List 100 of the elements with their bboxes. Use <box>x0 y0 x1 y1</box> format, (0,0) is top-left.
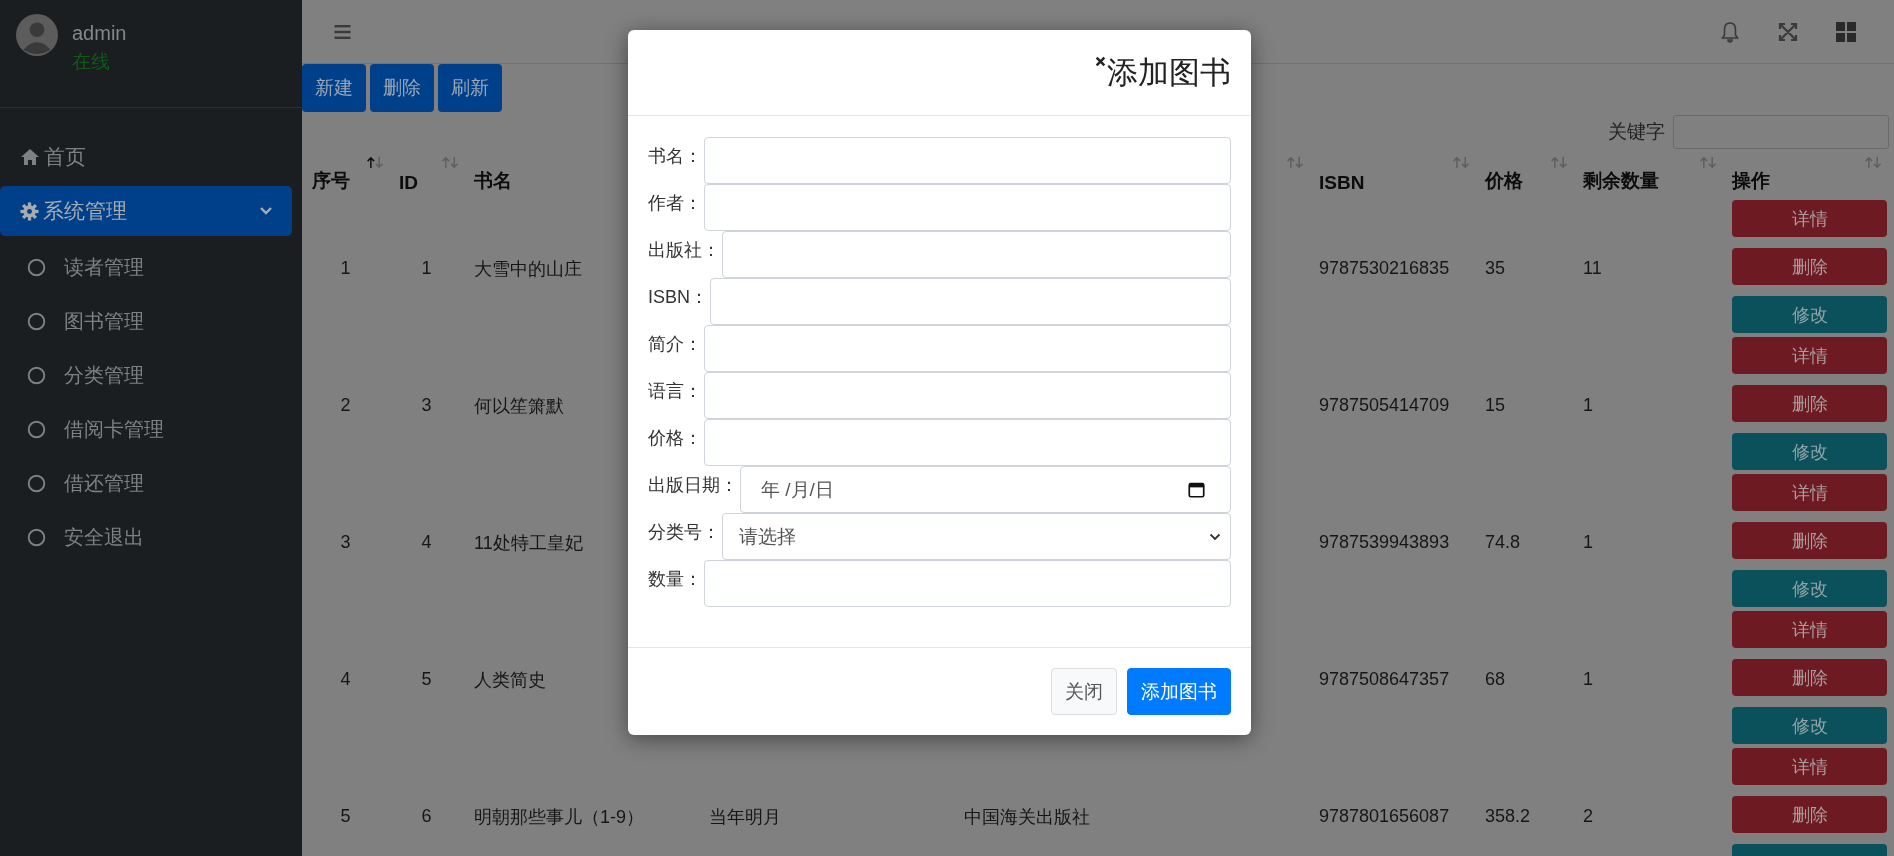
table-cell-text: 人类简史 <box>474 668 546 692</box>
field-label: 出版社： <box>648 239 721 262</box>
circle-icon <box>27 473 46 493</box>
submenu-item[interactable]: 图书管理 <box>0 294 302 348</box>
input-field[interactable] <box>704 372 1231 419</box>
close-icon[interactable] <box>1095 55 1106 67</box>
search-label: 关键字 <box>1608 120 1665 144</box>
table-cell: 5 <box>340 806 351 827</box>
field-label: 价格： <box>648 427 703 450</box>
table-cell: 6 <box>421 806 432 827</box>
action-button[interactable]: 删除 <box>1732 248 1887 285</box>
table-cell: 1 <box>1583 669 1593 690</box>
input-field[interactable] <box>704 184 1231 231</box>
table-cell: 1 <box>340 258 351 279</box>
action-button[interactable]: 详情 <box>1732 337 1887 374</box>
table-cell: 1 <box>1583 395 1593 416</box>
input-field[interactable] <box>704 325 1231 372</box>
action-button[interactable]: 详情 <box>1732 748 1887 785</box>
field-label: 数量： <box>648 568 703 591</box>
field-label: ISBN： <box>648 286 709 309</box>
input-field[interactable] <box>722 231 1231 278</box>
avatar-silhouette-icon <box>16 14 58 56</box>
calendar-icon[interactable] <box>1188 481 1205 498</box>
circle-icon <box>27 257 46 277</box>
table-cell-text: 11处特工皇妃 <box>474 531 583 555</box>
circle-icon <box>27 527 46 547</box>
grid-icon[interactable] <box>1836 21 1856 42</box>
table-cell-text: 当年明月 <box>709 805 781 829</box>
column-header[interactable]: 书名 <box>474 168 512 194</box>
table-cell: 68 <box>1485 669 1506 690</box>
table-cell: 9787539943893 <box>1319 532 1450 553</box>
action-button[interactable]: 修改 <box>1732 296 1887 333</box>
toolbar-button[interactable]: 删除 <box>370 64 434 112</box>
table-cell-text: 明朝那些事儿（1-9） <box>474 805 644 829</box>
chevron-down-icon <box>1209 533 1221 541</box>
table-cell: 5 <box>421 669 432 690</box>
field-label: 出版日期： <box>648 474 739 497</box>
chevron-icon <box>260 207 272 215</box>
expand-icon[interactable] <box>1778 21 1798 42</box>
field-label: 语言： <box>648 380 703 403</box>
column-header[interactable]: 序号 <box>312 168 350 194</box>
table-cell: 1 <box>421 258 432 279</box>
submenu-item[interactable]: 借还管理 <box>0 456 302 510</box>
input-field[interactable] <box>704 137 1231 184</box>
action-button[interactable]: 删除 <box>1732 659 1887 696</box>
action-button[interactable]: 详情 <box>1732 200 1887 237</box>
column-header[interactable]: 价格 <box>1485 168 1523 194</box>
gear-icon <box>20 201 39 221</box>
menu-item[interactable]: 系统管理 <box>0 186 292 236</box>
column-header[interactable]: 操作 <box>1732 168 1770 194</box>
action-button[interactable]: 修改 <box>1732 707 1887 744</box>
table-cell: 15 <box>1485 395 1506 416</box>
date-field[interactable]: 年 /月/日 <box>740 466 1231 513</box>
submenu-item[interactable]: 安全退出 <box>0 510 302 564</box>
menu-icon[interactable] <box>334 24 351 39</box>
action-button[interactable]: 删除 <box>1732 796 1887 833</box>
user-name: admin <box>72 22 127 45</box>
sort-arrows-icon[interactable] <box>366 156 385 169</box>
table-cell: 2 <box>1583 806 1593 827</box>
submenu-item[interactable]: 分类管理 <box>0 348 302 402</box>
action-button[interactable]: 删除 <box>1732 522 1887 559</box>
table-cell-text: 何以笙箫默 <box>474 394 564 418</box>
table-cell: 358.2 <box>1485 806 1531 827</box>
field-label: 作者： <box>648 192 703 215</box>
table-cell: 3 <box>421 395 432 416</box>
action-button[interactable]: 修改 <box>1732 433 1887 470</box>
column-header[interactable]: ISBN <box>1319 172 1365 194</box>
table-cell: 3 <box>340 532 351 553</box>
table-cell: 4 <box>340 669 351 690</box>
submenu-item[interactable]: 读者管理 <box>0 240 302 294</box>
input-field[interactable] <box>710 278 1231 325</box>
table-cell: 1 <box>1583 532 1593 553</box>
field-label: 书名： <box>648 145 703 168</box>
input-field[interactable] <box>704 419 1231 466</box>
select-field[interactable]: 请选择 <box>722 513 1231 560</box>
circle-icon <box>27 311 46 331</box>
action-button[interactable]: 修改 <box>1732 570 1887 607</box>
table-cell: 11 <box>1583 258 1602 279</box>
table-cell: 9787505414709 <box>1319 395 1450 416</box>
field-label: 简介： <box>648 333 703 356</box>
dialog-button[interactable]: 关闭 <box>1051 668 1117 715</box>
circle-icon <box>27 365 46 385</box>
action-button[interactable]: 详情 <box>1732 611 1887 648</box>
table-cell: 74.8 <box>1485 532 1521 553</box>
action-button[interactable]: 详情 <box>1732 474 1887 511</box>
table-cell: 2 <box>340 395 351 416</box>
dialog-button[interactable]: 添加图书 <box>1127 668 1231 715</box>
table-cell-text: 中国海关出版社 <box>964 805 1090 829</box>
table-cell-text: 大雪中的山庄 <box>474 257 582 281</box>
submenu-item[interactable]: 借阅卡管理 <box>0 402 302 456</box>
input-field[interactable] <box>704 560 1231 607</box>
bell-icon[interactable] <box>1720 20 1740 43</box>
column-header[interactable]: ID <box>399 172 418 194</box>
column-header[interactable]: 剩余数量 <box>1583 168 1659 194</box>
toolbar-button[interactable]: 新建 <box>302 64 366 112</box>
table-cell: 9787530216835 <box>1319 258 1450 279</box>
home-icon <box>20 148 40 166</box>
toolbar-button[interactable]: 刷新 <box>438 64 502 112</box>
action-button[interactable]: 删除 <box>1732 385 1887 422</box>
menu-item[interactable]: 首页 <box>0 132 292 182</box>
